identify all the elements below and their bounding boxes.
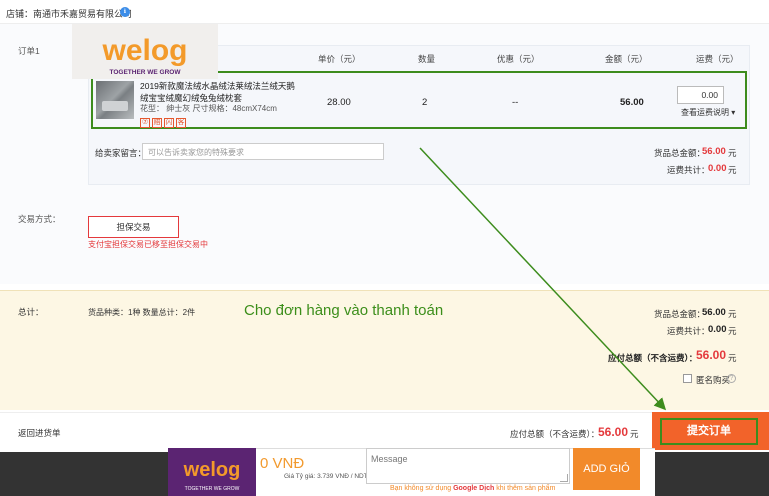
payable-unit: 元 — [728, 353, 737, 363]
header-price: 单价（元） — [318, 54, 361, 64]
svg-text:welog: welog — [183, 459, 241, 481]
plugin-note-prefix: Bạn không sử dụng — [390, 485, 454, 492]
header-shipping: 运费（元） — [696, 54, 739, 64]
shop-name[interactable]: 店铺：南通市禾嘉贸易有限公司 — [6, 7, 132, 20]
back-to-cart-link[interactable]: 返回进货单 — [18, 427, 61, 439]
bottom-payable-label: 应付总额（不含运费）： — [510, 429, 600, 439]
plugin-backdrop-right — [655, 452, 769, 496]
product-spec: 花型： 绅士灰 尺寸规格：48cmX74cm — [140, 104, 277, 113]
bottom-payable-unit: 元 — [630, 429, 639, 439]
product-discount: -- — [512, 97, 519, 108]
payable-value: 56.00 — [696, 348, 727, 362]
summary-shipping-label: 运费共计： — [667, 326, 710, 336]
anonymous-label[interactable]: 匿名购买 — [696, 374, 730, 386]
product-thumbnail[interactable] — [96, 81, 134, 119]
plugin-message-input[interactable]: Message — [366, 448, 570, 484]
seller-message-label: 给卖家留言： — [95, 148, 147, 158]
header-amount: 金额（元） — [605, 54, 648, 64]
product-title[interactable]: 2019新款魔法绒水晶绒法莱绒法兰绒天鹅绒宝宝绒魔幻绒兔兔绒枕套 — [140, 80, 300, 104]
info-icon[interactable]: ℹ — [120, 7, 130, 17]
welog-logo-icon: welog TOGETHER WE GROW — [183, 459, 241, 492]
seller-message-input[interactable]: 可以告诉卖家您的特殊要求 — [142, 143, 384, 160]
summary-goods-total-value: 56.00 — [702, 307, 726, 318]
plugin-amount: 0 VNĐ — [260, 455, 305, 472]
summary-shipping-unit: 元 — [728, 326, 737, 336]
google-translate-link[interactable]: Google Dịch — [453, 485, 494, 492]
plugin-note: Bạn không sử dụng Google Dịch khi thêm s… — [390, 485, 555, 492]
summary-goods-total-label: 货品总金额： — [654, 309, 706, 319]
fast-ship-icon: 闪 — [164, 118, 174, 128]
seven-day-return-icon: ⑦ — [140, 118, 150, 128]
summary-shipping-value: 0.00 — [708, 324, 727, 335]
item-count-summary: 货品种类：1种 数量总计：2件 — [88, 308, 196, 317]
goods-total-unit: 元 — [728, 148, 737, 158]
shipping-total-unit: 元 — [728, 165, 737, 175]
payment-note: 支付宝担保交易已移至担保交易中 — [88, 240, 208, 249]
bottom-payable-value: 56.00 — [598, 425, 629, 439]
goods-total-label: 货品总金额： — [654, 148, 706, 158]
shipping-info-link[interactable]: 查看运费说明 ▾ — [681, 107, 735, 118]
welog-watermark-icon: welog TOGETHER WE GROW — [101, 34, 187, 76]
plugin-backdrop-left — [0, 452, 168, 496]
submit-order-label[interactable]: 提交订单 — [660, 418, 758, 445]
svg-text:TOGETHER WE GROW: TOGETHER WE GROW — [185, 486, 240, 492]
resize-handle-icon[interactable] — [560, 474, 568, 482]
payable-label: 应付总额（不含运费）： — [608, 353, 698, 363]
order-label: 订单1 — [18, 46, 40, 56]
product-price: 28.00 — [327, 97, 351, 108]
cta-annotation: Cho đơn hàng vào thanh toán — [244, 302, 444, 319]
anonymous-checkbox[interactable] — [683, 374, 692, 383]
add-to-cart-button[interactable]: ADD GIỎ — [573, 448, 640, 490]
shipping-total-label: 运费共计： — [667, 165, 710, 175]
compensation-icon: 赔 — [152, 118, 162, 128]
total-label: 总计： — [18, 307, 44, 317]
svg-text:welog: welog — [101, 34, 187, 67]
shipping-fee-field[interactable]: 0.00 — [677, 86, 724, 104]
escrow-payment-button[interactable]: 担保交易 — [88, 216, 179, 238]
shipping-total-value: 0.00 — [708, 163, 727, 174]
service-icon: 客 — [176, 118, 186, 128]
plugin-rate: Giá Tỷ giá: 3.739 VNĐ / NDT — [284, 473, 368, 480]
plugin-note-suffix: khi thêm sản phẩm — [494, 485, 556, 492]
payment-method-label: 交易方式： — [18, 214, 61, 224]
summary-goods-total-unit: 元 — [728, 309, 737, 319]
shop-bar: 店铺：南通市禾嘉贸易有限公司 ℹ — [0, 0, 769, 24]
plugin-logo: welog TOGETHER WE GROW — [168, 448, 256, 496]
help-icon[interactable]: ? — [727, 374, 736, 383]
svg-text:TOGETHER WE GROW: TOGETHER WE GROW — [109, 69, 181, 76]
header-discount: 优惠（元） — [497, 54, 540, 64]
service-icons: ⑦赔闪客 — [140, 116, 188, 128]
header-qty: 数量 — [418, 54, 436, 64]
welog-logo: welog TOGETHER WE GROW — [72, 24, 218, 79]
product-amount: 56.00 — [620, 97, 644, 108]
goods-total-value: 56.00 — [702, 146, 726, 157]
product-qty: 2 — [422, 97, 428, 108]
